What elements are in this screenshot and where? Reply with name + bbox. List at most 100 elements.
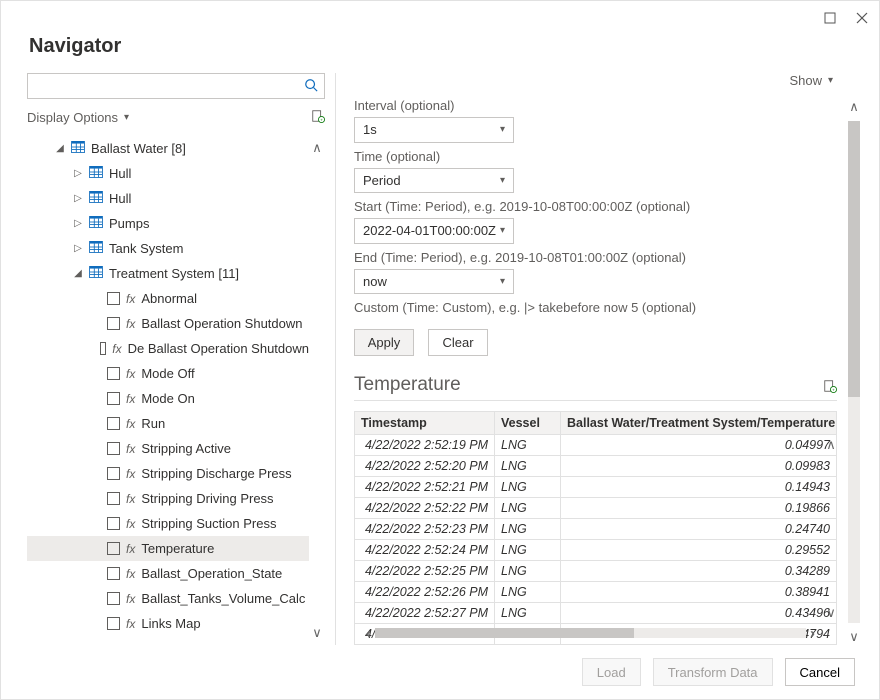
- tree-node[interactable]: fxStripping Driving Press: [27, 486, 309, 511]
- right-scrollbar[interactable]: ∧ ∨: [845, 73, 863, 645]
- checkbox[interactable]: [107, 592, 120, 605]
- tree-node[interactable]: fxLinks Map: [27, 611, 309, 636]
- scroll-up-icon[interactable]: ∧: [312, 140, 322, 156]
- start-combo[interactable]: 2022-04-01T00:00:00Z ▾: [354, 218, 514, 244]
- table-row[interactable]: 4/22/2022 2:52:20 PMLNG0.09983: [355, 456, 837, 477]
- search-box[interactable]: [27, 73, 325, 99]
- maximize-icon[interactable]: [823, 11, 837, 25]
- checkbox[interactable]: [107, 467, 120, 480]
- clear-button[interactable]: Clear: [428, 329, 488, 356]
- checkbox[interactable]: [100, 342, 106, 355]
- tree-node[interactable]: ▷Hull: [27, 161, 309, 186]
- tree-node[interactable]: ◢Ballast Water [8]: [27, 136, 309, 161]
- search-input[interactable]: [34, 75, 304, 97]
- column-header[interactable]: Ballast Water/Treatment System/Temperatu…: [561, 412, 837, 435]
- cell-timestamp: 4/22/2022 2:52:23 PM: [355, 519, 495, 540]
- tree-node[interactable]: fxBallast_Operation_State: [27, 561, 309, 586]
- tree-node-label: Run: [141, 416, 165, 431]
- checkbox[interactable]: [107, 392, 120, 405]
- caret-right-icon[interactable]: ▷: [73, 193, 83, 204]
- cell-timestamp: 4/22/2022 2:52:26 PM: [355, 582, 495, 603]
- tree-node[interactable]: fxBallast_Tanks_Volume_Calc: [27, 586, 309, 611]
- caret-right-icon[interactable]: ▷: [73, 218, 83, 229]
- end-combo[interactable]: now ▾: [354, 269, 514, 295]
- tree-node-label: Treatment System [11]: [109, 266, 239, 281]
- tree-scrollbar[interactable]: ∧ ∨: [309, 136, 325, 645]
- scroll-down-icon[interactable]: ∨: [849, 629, 859, 645]
- checkbox[interactable]: [107, 567, 120, 580]
- checkbox[interactable]: [107, 517, 120, 530]
- fx-icon: fx: [126, 567, 135, 581]
- close-icon[interactable]: [855, 11, 869, 25]
- column-header[interactable]: Timestamp: [355, 412, 495, 435]
- end-label: End (Time: Period), e.g. 2019-10-08T01:0…: [354, 250, 837, 265]
- interval-label: Interval (optional): [354, 98, 837, 113]
- tree-node[interactable]: fxBallast Operation Shutdown: [27, 311, 309, 336]
- tree-node[interactable]: fxAbnormal: [27, 286, 309, 311]
- scroll-right-icon[interactable]: ›: [810, 625, 815, 642]
- apply-button[interactable]: Apply: [354, 329, 414, 356]
- checkbox[interactable]: [107, 442, 120, 455]
- checkbox[interactable]: [107, 417, 120, 430]
- interval-combo[interactable]: 1s ▾: [354, 117, 514, 143]
- refresh-icon[interactable]: +: [311, 109, 325, 126]
- cell-value: 0.09983: [561, 456, 837, 477]
- scroll-down-icon[interactable]: ∨: [826, 605, 836, 621]
- tree-node[interactable]: ◢ Treatment System [11]: [27, 261, 309, 286]
- caret-down-icon[interactable]: ◢: [55, 143, 65, 154]
- caret-down-icon[interactable]: ◢: [73, 268, 83, 279]
- tree-node[interactable]: fxMode On: [27, 386, 309, 411]
- tree-node[interactable]: fxDe Ballast Operation Shutdown: [27, 336, 309, 361]
- cell-timestamp: 4/22/2022 2:52:25 PM: [355, 561, 495, 582]
- table-icon: [89, 191, 103, 206]
- checkbox[interactable]: [107, 492, 120, 505]
- scrollbar-thumb[interactable]: [375, 628, 634, 638]
- checkbox[interactable]: [107, 617, 120, 630]
- cancel-button[interactable]: Cancel: [785, 658, 855, 686]
- table-row[interactable]: 4/22/2022 2:52:19 PMLNG0.04997: [355, 435, 837, 456]
- grid-horizontal-scrollbar[interactable]: ‹ ›: [366, 625, 815, 641]
- scroll-down-icon[interactable]: ∨: [312, 625, 322, 641]
- cell-timestamp: 4/22/2022 2:52:19 PM: [355, 435, 495, 456]
- tree-node[interactable]: fxStripping Active: [27, 436, 309, 461]
- caret-right-icon[interactable]: ▷: [73, 243, 83, 254]
- scroll-left-icon[interactable]: ‹: [366, 625, 371, 642]
- data-title: Temperature: [354, 374, 461, 396]
- tree-node[interactable]: fxStripping Discharge Press: [27, 461, 309, 486]
- data-grid[interactable]: TimestampVesselBallast Water/Treatment S…: [354, 411, 837, 645]
- tree-node[interactable]: ▷Tank System: [27, 236, 309, 261]
- scroll-up-icon[interactable]: ∧: [849, 99, 859, 115]
- time-combo[interactable]: Period ▾: [354, 168, 514, 194]
- tree-node[interactable]: fxMode Off: [27, 361, 309, 386]
- table-row[interactable]: 4/22/2022 2:52:21 PMLNG0.14943: [355, 477, 837, 498]
- checkbox[interactable]: [107, 292, 120, 305]
- navigator-tree[interactable]: ◢Ballast Water [8]▷Hull▷Hull▷Pumps▷Tank …: [27, 136, 309, 645]
- column-header[interactable]: Vessel: [495, 412, 561, 435]
- tree-node[interactable]: ▷Pumps: [27, 211, 309, 236]
- tree-node-label: Links Map: [141, 616, 200, 631]
- checkbox[interactable]: [107, 367, 120, 380]
- display-options-dropdown[interactable]: Display Options ▾: [27, 110, 129, 125]
- search-icon[interactable]: [304, 78, 318, 95]
- refresh-data-icon[interactable]: +: [823, 379, 837, 396]
- scrollbar-thumb[interactable]: [848, 121, 860, 397]
- table-row[interactable]: 4/22/2022 2:52:22 PMLNG0.19866: [355, 498, 837, 519]
- tree-node[interactable]: fxRun: [27, 411, 309, 436]
- table-row[interactable]: 4/22/2022 2:52:24 PMLNG0.29552: [355, 540, 837, 561]
- table-row[interactable]: 4/22/2022 2:52:25 PMLNG0.34289: [355, 561, 837, 582]
- table-icon: [89, 266, 103, 281]
- cell-vessel: LNG: [495, 561, 561, 582]
- tree-node[interactable]: ▷Hull: [27, 186, 309, 211]
- checkbox[interactable]: [107, 542, 120, 555]
- tree-node[interactable]: fxTemperature: [27, 536, 309, 561]
- checkbox[interactable]: [107, 317, 120, 330]
- scroll-up-icon[interactable]: ∧: [826, 437, 836, 453]
- tree-node[interactable]: fxStripping Suction Press: [27, 511, 309, 536]
- table-row[interactable]: 4/22/2022 2:52:23 PMLNG0.24740: [355, 519, 837, 540]
- show-dropdown[interactable]: Show ▾: [789, 73, 833, 88]
- cell-timestamp: 4/22/2022 2:52:21 PM: [355, 477, 495, 498]
- caret-right-icon[interactable]: ▷: [73, 168, 83, 179]
- table-row[interactable]: 4/22/2022 2:52:27 PMLNG0.43496: [355, 603, 837, 624]
- grid-vertical-scrollbar[interactable]: ∧ ∨: [823, 437, 839, 621]
- table-row[interactable]: 4/22/2022 2:52:26 PMLNG0.38941: [355, 582, 837, 603]
